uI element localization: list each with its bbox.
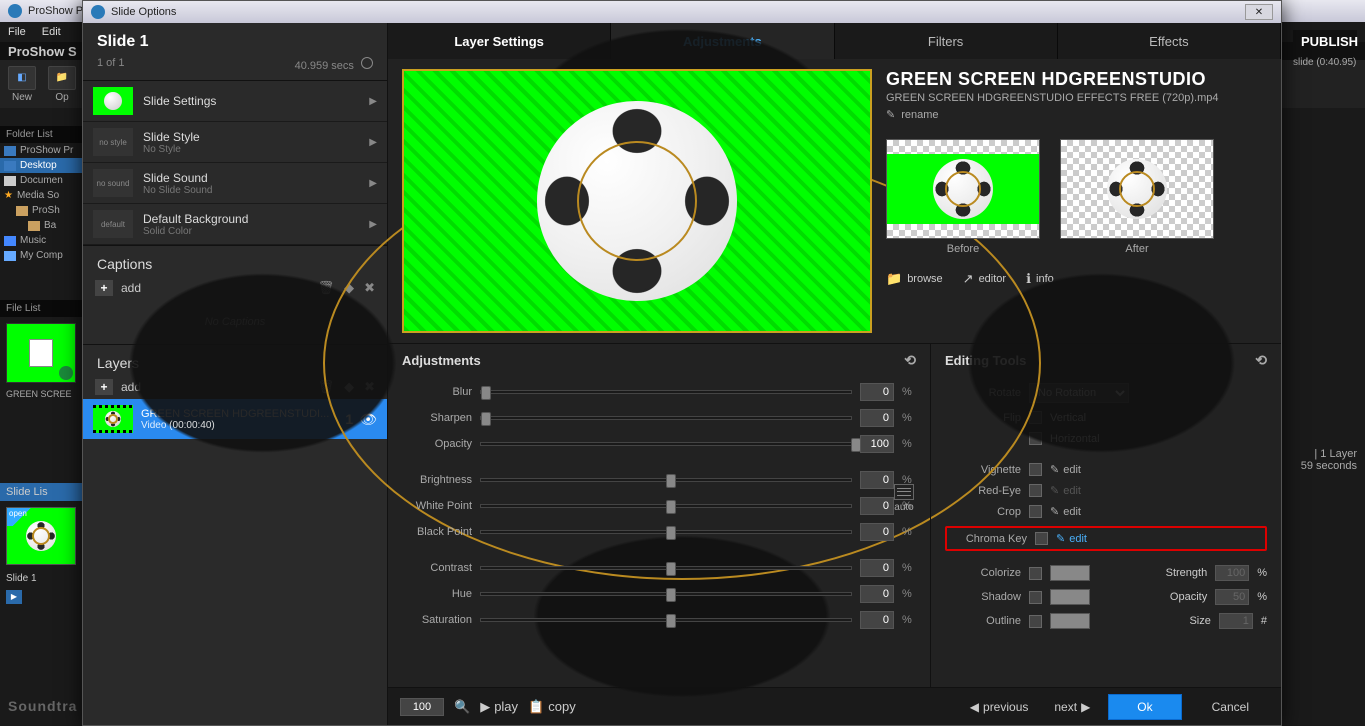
before-thumb	[886, 139, 1040, 239]
dialog-title: Slide Options	[111, 6, 176, 18]
slider-value[interactable]: 0	[860, 471, 894, 489]
slide-options-dialog: Slide Options ✕ Slide 1 1 of 1 40.959 se…	[82, 0, 1282, 726]
folder-item[interactable]: Desktop	[0, 158, 82, 173]
folder-item[interactable]: Music	[0, 233, 82, 248]
folder-item[interactable]: Ba	[0, 218, 82, 233]
file-label: GREEN SCREE	[0, 389, 82, 403]
slider-track[interactable]	[480, 530, 852, 534]
menu-file[interactable]: File	[8, 26, 26, 38]
option-slide-settings[interactable]: Slide Settings ▶	[83, 81, 387, 122]
folder-item[interactable]: ProShow Pr	[0, 143, 82, 158]
slider-value[interactable]: 0	[860, 409, 894, 427]
slider-saturation: Saturation0%	[402, 611, 916, 629]
slider-track[interactable]	[480, 566, 852, 570]
slider-track[interactable]	[480, 478, 852, 482]
play-control[interactable]: ▶	[0, 586, 82, 606]
dialog-icon	[91, 5, 105, 19]
slider-value[interactable]: 0	[860, 523, 894, 541]
slider-sharpen: Sharpen0%	[402, 409, 916, 427]
tool-new[interactable]: ◧New	[8, 66, 36, 103]
file-list-header: File List	[0, 300, 82, 317]
slider-white-point: White Point0%	[402, 497, 916, 515]
slide-sidebar: Slide 1 1 of 1 40.959 secs Slide Setting…	[83, 23, 388, 725]
folder-list-header: Folder List	[0, 126, 82, 143]
menu-edit[interactable]: Edit	[42, 26, 61, 38]
app-icon	[8, 4, 22, 18]
slide-caption: Slide 1	[0, 571, 82, 586]
slide-list-header[interactable]: Slide Lis	[0, 483, 82, 501]
strength-input[interactable]: 100	[1215, 565, 1249, 581]
preview-canvas[interactable]	[402, 69, 872, 333]
slider-value[interactable]: 0	[860, 383, 894, 401]
close-button[interactable]: ✕	[1245, 4, 1273, 20]
folder-list-panel: Folder List ProShow Pr Desktop Documen ★…	[0, 126, 82, 263]
slider-value[interactable]: 0	[860, 585, 894, 603]
bg-title: ProShow P	[28, 5, 83, 17]
outline-size-input[interactable]: 1	[1219, 613, 1253, 629]
slider-value[interactable]: 0	[860, 611, 894, 629]
slider-track[interactable]	[480, 416, 852, 420]
soundtrack-label: Soundtra	[0, 694, 85, 718]
slider-brightness: Brightness0%	[402, 471, 916, 489]
cancel-button[interactable]: Cancel	[1192, 695, 1269, 719]
slider-track[interactable]	[480, 618, 852, 622]
slider-black-point: Black Point0%	[402, 523, 916, 541]
file-list-panel: File List GREEN SCREE Slide Lis open Sli…	[0, 300, 82, 606]
reset-icon[interactable]: ⟲	[904, 352, 916, 369]
slider-opacity: Opacity100%	[402, 435, 916, 453]
slider-value[interactable]: 100	[860, 435, 894, 453]
slider-track[interactable]	[480, 504, 852, 508]
file-thumb[interactable]	[6, 323, 76, 383]
slider-value[interactable]: 0	[860, 497, 894, 515]
previous-button[interactable]: ◀ previous	[962, 696, 1037, 718]
tool-open[interactable]: 📁Op	[48, 66, 76, 103]
folder-item[interactable]: ★Media So	[0, 188, 82, 203]
slide-title: Slide 1	[83, 23, 387, 57]
next-button[interactable]: next ▶	[1046, 696, 1098, 718]
slider-track[interactable]	[480, 442, 852, 446]
zoom-input[interactable]: 100	[400, 698, 444, 716]
publish-button[interactable]: PUBLISH	[1293, 30, 1357, 53]
slide-index: 1 of 1	[97, 57, 125, 72]
folder-item[interactable]: Documen	[0, 173, 82, 188]
after-thumb	[1060, 139, 1214, 239]
slider-blur: Blur0%	[402, 383, 916, 401]
slider-track[interactable]	[480, 592, 852, 596]
slider-hue: Hue0%	[402, 585, 916, 603]
slide-duration-info: slide (0:40.95)	[1293, 57, 1357, 68]
slider-value[interactable]: 0	[860, 559, 894, 577]
slide-thumb[interactable]: open	[6, 507, 76, 565]
ok-button[interactable]: Ok	[1108, 694, 1181, 720]
layer-count-info: | 1 Layer 59 seconds	[1301, 448, 1357, 472]
folder-item[interactable]: ProSh	[0, 203, 82, 218]
shadow-opacity-input[interactable]: 50	[1215, 589, 1249, 605]
slider-track[interactable]	[480, 390, 852, 394]
slider-contrast: Contrast0%	[402, 559, 916, 577]
adjustments-panel: Adjustments⟲ Blur0%Sharpen0%Opacity100% …	[388, 344, 931, 687]
folder-item[interactable]: My Comp	[0, 248, 82, 263]
auto-button[interactable]: auto	[894, 484, 914, 513]
tab-effects[interactable]: Effects	[1058, 23, 1281, 59]
